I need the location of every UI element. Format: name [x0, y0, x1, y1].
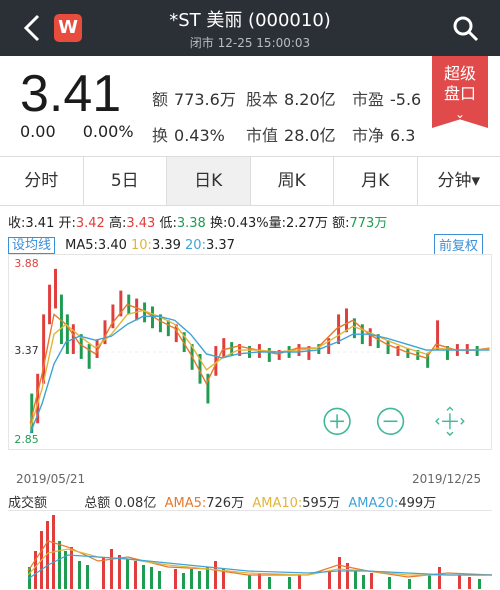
- stat-pb: 市净 6.3: [352, 126, 416, 145]
- current-price: 3.41: [20, 65, 122, 123]
- y-axis-low: 2.85: [14, 433, 38, 446]
- set-ma-button[interactable]: 设均线: [8, 237, 56, 254]
- app-header: W *ST 美丽 (000010) 闭市 12-25 15:00:03: [0, 0, 500, 56]
- stat-turnover: 换 0.43%: [152, 126, 225, 145]
- market-status: 闭市 12-25 15:00:03: [189, 36, 311, 50]
- ohlc-info: 收:3.41 开:3.42 高:3.43 低:3.38 换:0.43%量:2.2…: [8, 216, 388, 231]
- ma10-line: [29, 309, 490, 429]
- tab-minute[interactable]: 分钟▾: [418, 157, 500, 205]
- y-axis-top: 3.88: [14, 257, 38, 270]
- adjust-mode-button[interactable]: 前复权: [434, 234, 484, 255]
- zoom-in-button[interactable]: [323, 407, 351, 435]
- stat-marketcap: 市值 28.0亿: [246, 126, 336, 145]
- tab-daily-k[interactable]: 日K: [167, 157, 251, 205]
- stat-pe: 市盈 -5.6: [352, 90, 422, 109]
- quote-panel: 3.41 0.00 0.00% 额 773.6万 股本 8.20亿 市盈 -5.6 换…: [0, 56, 500, 156]
- zoom-out-button[interactable]: [376, 407, 405, 435]
- tab-intraday[interactable]: 分时: [0, 157, 84, 205]
- price-change: 0.00: [20, 122, 56, 141]
- date-end: 2019/12/25: [412, 472, 482, 486]
- fullscreen-icon[interactable]: [435, 406, 465, 437]
- tab-weekly-k[interactable]: 周K: [251, 157, 334, 205]
- tab-monthly-k[interactable]: 月K: [334, 157, 418, 205]
- price-change-pct: 0.00%: [82, 122, 134, 141]
- tab-5day[interactable]: 5日: [84, 157, 167, 205]
- kline-chart[interactable]: 3.88 3.37 2.85: [8, 254, 492, 450]
- date-start: 2019/05/21: [16, 472, 86, 486]
- y-axis-mid: 3.37: [14, 344, 38, 357]
- volume-chart: [8, 510, 492, 589]
- ma5-line: [29, 303, 490, 424]
- volume-legend: 成交额 总额 0.08亿 AMA5:726万 AMA10:595万 AMA20:…: [8, 496, 437, 511]
- stock-title: *ST 美丽 (000010): [169, 10, 331, 31]
- stat-amount: 额 773.6万: [152, 90, 236, 109]
- period-tabs: 分时 5日 日K 周K 月K 分钟▾: [0, 156, 500, 206]
- price-change-row: 0.00 0.00%: [20, 122, 156, 141]
- search-icon[interactable]: [452, 15, 480, 43]
- stat-shares: 股本 8.20亿: [246, 90, 336, 109]
- ma20-line: [29, 315, 490, 434]
- ma-legend: 设均线 MA5:3.40 10:3.39 20:3.37: [8, 234, 235, 254]
- super-orderbook-button[interactable]: 超级 盘口 ⌄: [432, 56, 488, 128]
